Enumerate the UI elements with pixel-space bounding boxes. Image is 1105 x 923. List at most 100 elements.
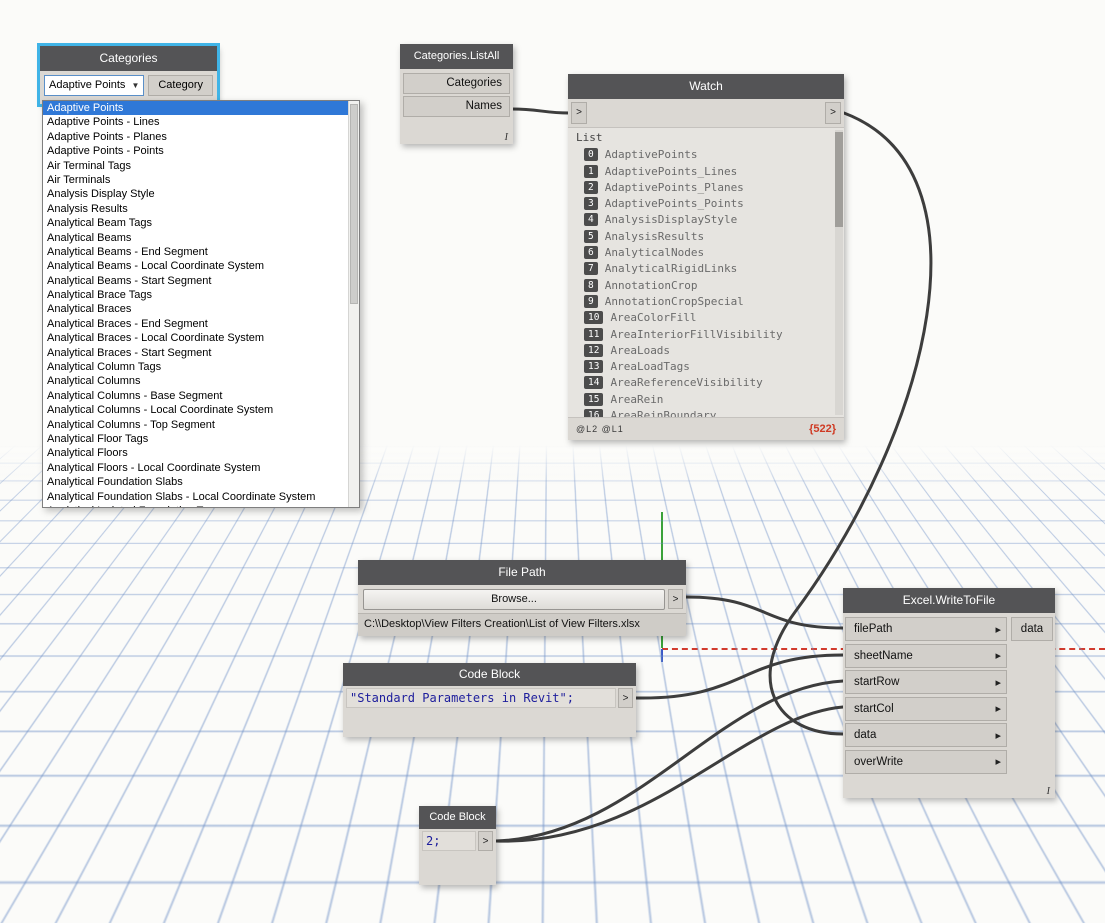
port-label: filePath (854, 623, 893, 635)
item-value: AnalyticalNodes (604, 246, 705, 260)
code-block-output-port[interactable]: > (618, 688, 633, 708)
file-path-output-port[interactable]: > (668, 589, 683, 609)
index-badge: 8 (584, 278, 598, 292)
code-block-output-port[interactable]: > (478, 831, 493, 851)
watch-input-port[interactable]: > (571, 102, 587, 124)
index-badge: 2 (584, 180, 598, 194)
output-port-data[interactable]: data (1011, 617, 1053, 641)
list-levels-toggle[interactable]: @L2 @L1 (576, 424, 624, 434)
dropdown-option[interactable]: Analytical Beams (43, 231, 348, 245)
watch-list-item: 12 AreaLoads (568, 342, 844, 358)
node-title[interactable]: Code Block (419, 806, 496, 829)
node-watch[interactable]: Watch > > List 0 AdaptivePoints 1 AdaptiveP… (568, 74, 844, 440)
watch-list-label: List (576, 131, 603, 144)
dropdown-option[interactable]: Adaptive Points - Lines (43, 115, 348, 129)
dropdown-option[interactable]: Air Terminal Tags (43, 159, 348, 173)
dropdown-option[interactable]: Analytical Braces - Start Segment (43, 346, 348, 360)
dropdown-option[interactable]: Analytical Braces - End Segment (43, 317, 348, 331)
wire-names-to-watch[interactable] (510, 107, 571, 115)
item-value: AnalyticalRigidLinks (604, 262, 738, 276)
port-arrow-icon: ▸ (995, 729, 1001, 742)
dropdown-option[interactable]: Analytical Floors - Local Coordinate Sys… (43, 461, 348, 475)
item-value: AreaColorFill (610, 311, 697, 325)
input-port-startRow[interactable]: startRow ▸ (845, 670, 1007, 694)
dropdown-option[interactable]: Analytical Isolated Foundation Tags (43, 504, 348, 507)
dropdown-option[interactable]: Air Terminals (43, 173, 348, 187)
index-badge: 6 (584, 246, 598, 260)
dropdown-option[interactable]: Adaptive Points (43, 101, 348, 116)
item-value: AreaLoadTags (610, 360, 690, 374)
node-title[interactable]: Categories.ListAll (400, 44, 513, 69)
dropdown-option[interactable]: Adaptive Points - Points (43, 144, 348, 158)
node-categories[interactable]: Categories Adaptive Points ▼ Category (40, 46, 217, 104)
item-value: AdaptivePoints_Planes (604, 180, 744, 194)
watch-scrollbar[interactable] (835, 130, 843, 415)
dropdown-option[interactable]: Analytical Column Tags (43, 360, 348, 374)
output-port-names[interactable]: Names (403, 96, 510, 117)
dropdown-option[interactable]: Analytical Braces (43, 302, 348, 316)
dropdown-option[interactable]: Analytical Foundation Slabs - Local Coor… (43, 490, 348, 504)
output-port-category[interactable]: Category (148, 74, 213, 96)
wire-codeblock-to-sheetname[interactable] (634, 653, 845, 700)
node-excel-writetofile[interactable]: Excel.WriteToFile filePath ▸ sheetName ▸ sta… (843, 588, 1055, 798)
dropdown-option[interactable]: Analytical Floors (43, 446, 348, 460)
index-badge: 16 (584, 409, 604, 417)
item-value: AdaptivePoints_Points (604, 197, 744, 211)
dropdown-option[interactable]: Analytical Braces - Local Coordinate Sys… (43, 331, 348, 345)
node-title[interactable]: Categories (40, 46, 217, 71)
input-port-filePath[interactable]: filePath ▸ (845, 617, 1007, 641)
scrollbar-thumb[interactable] (835, 132, 843, 227)
input-port-sheetName[interactable]: sheetName ▸ (845, 643, 1007, 668)
code-block-editor[interactable]: 2; (422, 831, 476, 851)
lacing-indicator[interactable]: I (505, 132, 508, 143)
dropdown-option[interactable]: Analytical Brace Tags (43, 288, 348, 302)
index-badge: 9 (584, 294, 598, 308)
node-code-block-number[interactable]: Code Block 2; > (419, 806, 496, 885)
output-port-categories[interactable]: Categories (403, 73, 510, 94)
dropdown-option[interactable]: Analytical Foundation Slabs (43, 475, 348, 489)
chevron-down-icon: ▼ (131, 80, 140, 90)
dynamo-workspace[interactable]: Categories Adaptive Points ▼ Category Ad… (0, 0, 1105, 923)
watch-list-item: 2 AdaptivePoints_Planes (568, 179, 844, 195)
watch-list-item: 8 AnnotationCrop (568, 277, 844, 293)
watch-output-port[interactable]: > (825, 102, 841, 124)
category-dropdown[interactable]: Adaptive Points ▼ (44, 74, 145, 96)
node-title[interactable]: Excel.WriteToFile (843, 588, 1055, 613)
dropdown-option[interactable]: Analytical Beam Tags (43, 216, 348, 230)
index-badge: 4 (584, 213, 598, 227)
watch-list-items: 0 AdaptivePoints 1 AdaptivePoints_Lines 2 Ada… (568, 146, 844, 417)
dropdown-scrollbar[interactable] (348, 101, 359, 507)
input-port-overWrite[interactable]: overWrite ▸ (845, 749, 1007, 774)
dropdown-option[interactable]: Analytical Beams - Local Coordinate Syst… (43, 259, 348, 273)
dropdown-option[interactable]: Analysis Results (43, 202, 348, 216)
item-value: AdaptivePoints (604, 148, 698, 162)
dropdown-option[interactable]: Analytical Columns - Base Segment (43, 389, 348, 403)
dropdown-option[interactable]: Analysis Display Style (43, 187, 348, 201)
input-port-data[interactable]: data ▸ (845, 723, 1007, 747)
node-file-path[interactable]: File Path Browse... > C:\\Desktop\View F… (358, 560, 686, 636)
dropdown-option[interactable]: Analytical Beams - End Segment (43, 245, 348, 259)
watch-list-item: 11 AreaInteriorFillVisibility (568, 326, 844, 342)
wire-filepath-to-filepath[interactable] (684, 595, 845, 630)
lacing-indicator[interactable]: I (1047, 786, 1050, 797)
node-title[interactable]: Code Block (343, 663, 636, 686)
node-title[interactable]: File Path (358, 560, 686, 585)
dropdown-option[interactable]: Analytical Beams - Start Segment (43, 274, 348, 288)
node-title[interactable]: Watch (568, 74, 844, 99)
node-categories-listall[interactable]: Categories.ListAll Categories Names I (400, 44, 513, 144)
dropdown-option[interactable]: Adaptive Points - Planes (43, 130, 348, 144)
browse-button[interactable]: Browse... (363, 588, 665, 610)
watch-list-item: 7 AnalyticalRigidLinks (568, 260, 844, 276)
port-arrow-icon: ▸ (995, 756, 1001, 768)
index-badge: 13 (584, 360, 604, 374)
dropdown-option[interactable]: Analytical Columns - Local Coordinate Sy… (43, 403, 348, 417)
port-arrow-icon: ▸ (995, 650, 1001, 662)
dropdown-option[interactable]: Analytical Columns - Top Segment (43, 418, 348, 432)
code-block-editor[interactable]: "Standard Parameters in Revit"; (346, 688, 616, 708)
input-port-startCol[interactable]: startCol ▸ (845, 696, 1007, 721)
dropdown-value: Adaptive Points (49, 79, 126, 91)
dropdown-option[interactable]: Analytical Columns (43, 374, 348, 388)
scrollbar-thumb[interactable] (350, 104, 358, 304)
dropdown-option[interactable]: Analytical Floor Tags (43, 432, 348, 446)
node-code-block-text[interactable]: Code Block "Standard Parameters in Revit… (343, 663, 636, 737)
